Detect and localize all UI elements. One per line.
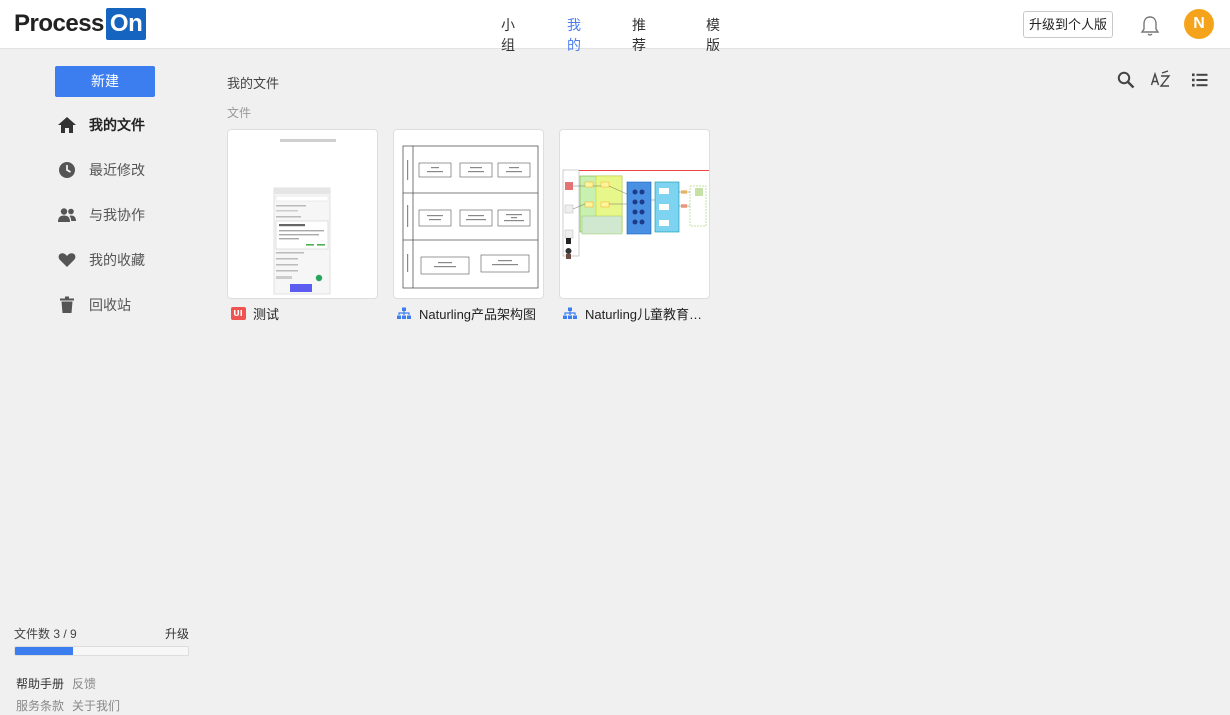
file-card-thumbnail[interactable] [559,129,710,299]
user-avatar[interactable]: N [1184,9,1214,39]
file-card-thumbnail[interactable] [393,129,544,299]
file-quota-label: 文件数 3 / 9 [14,627,77,641]
file-name-label: 测试 [253,307,280,322]
sidebar-item-label: 最近修改 [89,162,145,178]
nav-item-groups[interactable]: 小组 [501,15,515,55]
nav-item-recommended[interactable]: 推荐 [632,15,646,55]
sidebar-item-my-files[interactable]: 我的文件 [56,113,145,137]
architecture-diagram-thumbnail [402,145,539,289]
new-button[interactable]: 新建 [55,66,155,97]
clock-icon [56,159,78,181]
logo-text-process: Process [14,10,104,37]
upgrade-personal-button[interactable]: 升级到个人版 [1023,11,1113,38]
top-bar: Process On 小组 我的 推荐 模版 升级到个人版 N [0,0,1230,53]
sidebar-item-label: 与我协作 [89,207,145,223]
sort-az-icon[interactable] [1150,70,1172,90]
section-title: 文件 [227,106,252,120]
nav-item-mine[interactable]: 我的 [567,15,581,55]
sidebar-item-favorites[interactable]: 我的收藏 [56,248,145,272]
sidebar-item-recent[interactable]: 最近修改 [56,158,145,182]
sidebar-item-label: 我的收藏 [89,252,145,268]
sidebar-item-collaboration[interactable]: 与我协作 [56,203,145,227]
file-quota-progress [14,646,189,656]
file-name-ui[interactable]: UI 测试 [230,304,381,323]
org-chart-icon [562,307,578,321]
terms-link[interactable]: 服务条款 [16,697,64,714]
ui-badge: UI [230,307,246,320]
file-card-thumbnail[interactable] [227,129,378,299]
ui-file-icon: UI [230,307,246,321]
search-icon[interactable] [1116,70,1136,90]
bell-icon[interactable] [1140,15,1160,37]
file-quota-progress-fill [15,647,73,655]
sidebar-item-label: 回收站 [89,297,131,313]
list-view-icon[interactable] [1190,70,1210,90]
trash-icon [56,294,78,316]
file-name-diagram[interactable]: Naturling儿童教育… [562,304,713,323]
breadcrumb: 我的文件 [227,76,280,91]
people-icon [56,204,78,226]
file-name-label: Naturling产品架构图 [419,307,537,322]
home-icon [56,114,78,136]
processon-logo[interactable]: Process On [14,8,147,40]
quota-upgrade-link[interactable]: 升级 [165,625,189,642]
help-manual-link[interactable]: 帮助手册 [16,675,64,692]
about-link[interactable]: 关于我们 [72,697,120,714]
logo-text-on: On [105,8,147,40]
sidebar-item-trash[interactable]: 回收站 [56,293,131,317]
feedback-link[interactable]: 反馈 [72,675,96,692]
flow-diagram-thumbnail [562,169,709,259]
heart-icon [56,249,78,271]
file-name-diagram[interactable]: Naturling产品架构图 [396,304,547,323]
org-chart-icon [396,307,412,321]
nav-item-templates[interactable]: 模版 [706,15,720,55]
ui-mockup-thumbnail [273,139,336,295]
sidebar-item-label: 我的文件 [89,117,145,133]
file-name-label: Naturling儿童教育… [585,307,703,322]
